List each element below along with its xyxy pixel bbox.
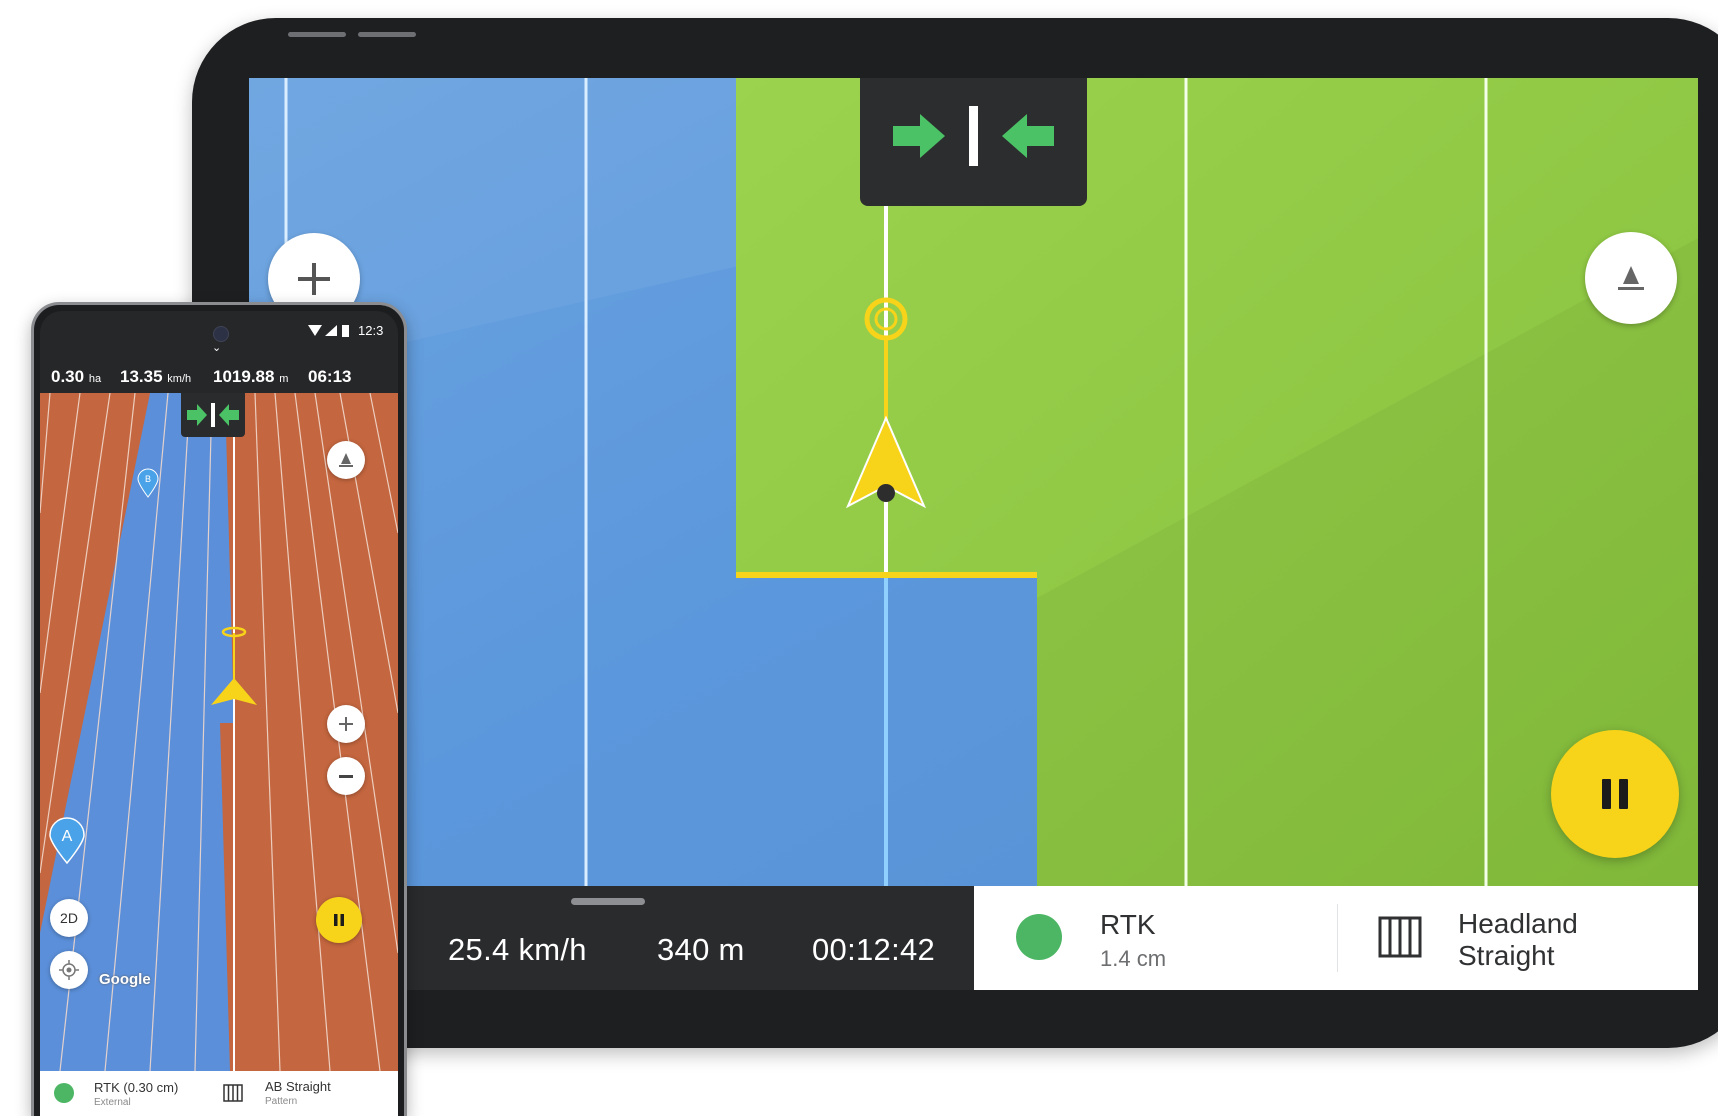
- phone-device: 12:3 ⌄ 0.30 ha 13.35 km/h 1019.88 m 06:1…: [31, 302, 407, 1116]
- pause-button[interactable]: [1551, 730, 1679, 858]
- locate-button[interactable]: [50, 951, 88, 989]
- svg-text:B: B: [145, 474, 151, 484]
- compass-north-icon: [1618, 266, 1644, 290]
- tablet-volume-button: [358, 32, 416, 37]
- view-mode-button[interactable]: 2D: [50, 899, 88, 937]
- plus-icon: [339, 717, 353, 731]
- pattern-columns-icon: [223, 1084, 243, 1102]
- phone-status-bar: 12:3 ⌄: [40, 311, 398, 354]
- vehicle-position-dot: [877, 484, 895, 502]
- pattern-name-line1: Headland: [1458, 908, 1578, 939]
- rtk-status-dot: [1016, 914, 1062, 960]
- tablet-screen: 25.4 km/h 340 m 00:12:42 RTK 1.4 cm Head…: [249, 78, 1698, 990]
- arrows-centered-icon: [187, 403, 239, 427]
- guidance-indicator: [860, 78, 1087, 206]
- front-camera: [213, 326, 229, 342]
- signal-battery-icon: [308, 325, 349, 337]
- rtk-title: RTK: [1100, 909, 1156, 940]
- map-attribution: Google: [99, 971, 151, 988]
- pattern-label: Pattern: [265, 1096, 298, 1107]
- drag-handle[interactable]: [571, 898, 645, 905]
- phone-screen: 12:3 ⌄ 0.30 ha 13.35 km/h 1019.88 m 06:1…: [40, 311, 398, 1116]
- rtk-status-dot: [54, 1083, 74, 1103]
- speed-value: 25.4 km/h: [448, 932, 587, 967]
- pattern-name-line2: Straight: [1458, 940, 1555, 971]
- phone-field-map[interactable]: B A 2D Google: [40, 393, 398, 1071]
- distance-value: 340 m: [657, 932, 745, 967]
- map-pin-b-icon[interactable]: B: [136, 468, 160, 498]
- locate-icon: [59, 960, 79, 980]
- zoom-out-button[interactable]: [327, 757, 365, 795]
- guidance-indicator: [181, 393, 245, 437]
- compass-button[interactable]: [327, 441, 365, 479]
- tablet-volume-button: [288, 32, 346, 37]
- plus-icon: [298, 263, 330, 295]
- map-pin-a-icon[interactable]: A: [48, 817, 86, 865]
- rtk-source: External: [94, 1097, 131, 1108]
- status-panel: RTK 1.4 cm Headland Straight: [974, 886, 1698, 990]
- rtk-title: RTK (0.30 cm): [94, 1080, 179, 1095]
- time-stat: 06:13: [308, 367, 352, 386]
- phone-stats-bar: 0.30 ha 13.35 km/h 1019.88 m 06:13: [40, 367, 398, 395]
- pause-icon: [1602, 779, 1628, 809]
- area-stat: 0.30 ha: [51, 367, 102, 386]
- arrows-centered-icon: [893, 106, 1054, 166]
- elapsed-time-value: 00:12:42: [812, 932, 936, 967]
- pause-icon: [334, 914, 344, 926]
- distance-stat: 1019.88 m: [213, 367, 289, 386]
- pattern-title: AB Straight: [265, 1079, 331, 1094]
- svg-text:A: A: [62, 828, 73, 845]
- tablet-bottom-bar: 25.4 km/h 340 m 00:12:42 RTK 1.4 cm Head…: [249, 886, 1698, 990]
- divider: [1337, 904, 1338, 972]
- speed-stat: 13.35 km/h: [120, 367, 192, 386]
- pattern-columns-icon: [1378, 916, 1422, 958]
- chevron-down-icon[interactable]: ⌄: [212, 341, 221, 354]
- status-time: 12:3: [358, 323, 384, 338]
- rtk-accuracy: 1.4 cm: [1100, 946, 1167, 971]
- zoom-in-button[interactable]: [327, 705, 365, 743]
- compass-button[interactable]: [1585, 232, 1677, 324]
- compass-north-icon: [339, 453, 353, 467]
- phone-bottom-bar: RTK (0.30 cm) External AB Straight Patte…: [40, 1071, 398, 1116]
- pause-button[interactable]: [316, 897, 362, 943]
- minus-icon: [339, 775, 353, 778]
